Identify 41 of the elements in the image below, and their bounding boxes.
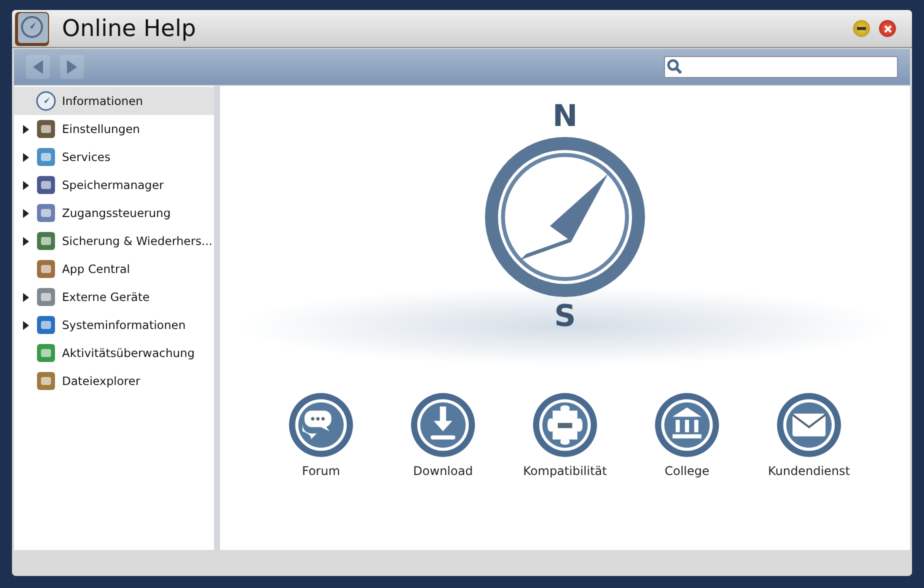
sidebar-item[interactable]: Zugangssteuerung xyxy=(14,199,214,227)
expand-arrow-icon[interactable] xyxy=(23,292,29,302)
minus-icon xyxy=(857,27,866,30)
window-title: Online Help xyxy=(62,16,196,42)
help-link[interactable]: Kompatibilität xyxy=(519,392,611,478)
compass-icon xyxy=(36,91,56,111)
expand-arrow-icon[interactable] xyxy=(23,152,29,162)
puzzle-icon xyxy=(532,392,598,458)
sidebar-item[interactable]: Systeminformationen xyxy=(14,311,214,339)
app-logo-icon xyxy=(14,10,50,46)
sidebar-item[interactable]: Speichermanager xyxy=(14,171,214,199)
north-label: N xyxy=(552,100,578,134)
close-button[interactable] xyxy=(879,20,896,37)
sidebar-item[interactable]: Dateiexplorer xyxy=(14,367,214,395)
download-icon xyxy=(410,392,476,458)
mail-icon xyxy=(776,392,842,458)
sidebar-item[interactable]: Aktivitätsüberwachung xyxy=(14,339,214,367)
sidebar-item[interactable]: Einstellungen xyxy=(14,115,214,143)
minimize-button[interactable] xyxy=(853,20,870,37)
help-link[interactable]: Kundendienst xyxy=(763,392,855,478)
help-link[interactable]: Download xyxy=(397,392,489,478)
expand-arrow-icon[interactable] xyxy=(23,208,29,218)
south-label: S xyxy=(554,300,576,334)
search-field[interactable] xyxy=(664,56,898,78)
sidebar-item[interactable]: Sicherung & Wiederhers... xyxy=(14,227,214,255)
back-arrow-icon xyxy=(33,60,43,74)
expand-arrow-icon[interactable] xyxy=(23,180,29,190)
sidebar-item[interactable]: App Central xyxy=(14,255,214,283)
search-icon xyxy=(667,59,683,75)
expand-arrow-icon[interactable] xyxy=(23,124,29,134)
forward-arrow-icon xyxy=(67,60,77,74)
forum-icon xyxy=(288,392,354,458)
help-link[interactable]: College xyxy=(641,392,733,478)
help-link[interactable]: Forum xyxy=(275,392,367,478)
sidebar-item[interactable]: Services xyxy=(14,143,214,171)
college-icon xyxy=(654,392,720,458)
close-icon xyxy=(884,24,892,32)
sidebar-item[interactable]: Informationen xyxy=(14,87,214,115)
expand-arrow-icon[interactable] xyxy=(23,320,29,330)
expand-arrow-icon[interactable] xyxy=(23,236,29,246)
sidebar-item[interactable]: Externe Geräte xyxy=(14,283,214,311)
